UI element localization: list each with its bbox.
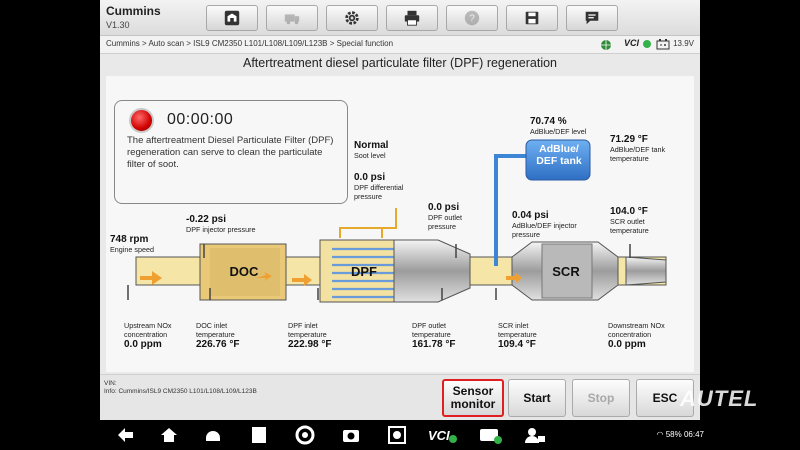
adblue-temp-label: AdBlue/DEF tank temperature (610, 145, 666, 163)
soot-level-label: Soot level (354, 151, 386, 160)
vci-icon[interactable]: VCI (428, 424, 458, 446)
doc-label: DOC (230, 264, 260, 279)
clock: 06:47 (683, 430, 704, 439)
settings-button[interactable] (326, 5, 378, 31)
android-nav-bar: VCI ◠ 58% 06:47 (0, 420, 800, 450)
printer-icon (404, 10, 420, 26)
print-button[interactable] (386, 5, 438, 31)
gear-icon (345, 11, 359, 25)
top-toolbar: Cummins V1.30 ? (100, 0, 700, 36)
android-status: ◠ 58% 06:47 (657, 430, 705, 439)
recent-apps-icon[interactable] (248, 424, 270, 446)
globe-icon (601, 40, 611, 50)
downstream-nox-value: 0.0 ppm (608, 339, 646, 350)
vin-label: VIN: (104, 380, 117, 387)
message-button[interactable] (566, 5, 618, 31)
start-button[interactable]: Start (508, 379, 566, 417)
adblue-level-label: AdBlue/DEF level (530, 127, 587, 136)
regen-description: The aftertreatment Diesel Particulate Fi… (127, 135, 334, 170)
sensor-monitor-button[interactable]: Sensor monitor (442, 379, 504, 417)
voltage-readout: 13.9V (673, 39, 694, 48)
dpf-inlet-temp-value: 222.98 °F (288, 339, 332, 350)
dpf-inlet-temp-label: DPF inlet temperature (288, 321, 327, 339)
app-window: Cummins V1.30 ? Cummins > Auto scan > IS… (100, 0, 700, 420)
dpf-outlet-pressure-value: 0.0 psi (428, 202, 460, 213)
brand-watermark: AUTEL (680, 386, 759, 411)
engine-speed-label: Engine speed (110, 245, 154, 254)
adblue-injector-pressure-label: AdBlue/DEF injector pressure (512, 221, 577, 239)
upstream-nox-value: 0.0 ppm (124, 339, 162, 350)
home-button[interactable] (206, 5, 258, 31)
save-button[interactable] (506, 5, 558, 31)
regen-timer-box: 00:00:00 The aftertreatment Diesel Parti… (114, 100, 348, 204)
tailpipe (625, 256, 667, 286)
stop-button[interactable]: Stop (572, 379, 630, 417)
diff-pressure-line (339, 208, 397, 238)
scr-label: SCR (552, 264, 580, 279)
home-icon[interactable] (158, 424, 180, 446)
battery-icon (656, 39, 670, 50)
tablet-screen: Cummins V1.30 ? Cummins > Auto scan > IS… (0, 0, 800, 450)
engine-speed-value: 748 rpm (110, 234, 149, 245)
home-icon (224, 10, 240, 26)
dpf-label: DPF (351, 264, 377, 279)
dpf-injector-pressure-label: DPF injector pressure (186, 225, 256, 234)
scr-outlet-temp-label: SCR outlet temperature (610, 217, 649, 235)
android-icon[interactable] (202, 424, 224, 446)
record-indicator-icon (129, 108, 154, 133)
vci-connected-icon (643, 40, 651, 48)
save-icon (525, 11, 539, 25)
dpf-diagram-panel: DOC DPF SCR 00:00:00 The aftertreatment … (106, 76, 694, 372)
elapsed-timer: 00:00:00 (167, 111, 234, 128)
app-version: V1.30 (106, 20, 130, 30)
scr-outlet-temp-value: 104.0 °F (610, 206, 648, 217)
app-title: Cummins (106, 4, 161, 18)
breadcrumb: Cummins > Auto scan > ISL9 CM2350 L101/L… (106, 39, 394, 48)
vehicle-button[interactable] (266, 5, 318, 31)
breadcrumb-bar: Cummins > Auto scan > ISL9 CM2350 L101/L… (100, 36, 700, 54)
downstream-nox-label: Downstream NOx concentration (608, 321, 665, 339)
vehicle-connect-icon[interactable] (478, 424, 504, 446)
wifi-icon: ◠ (656, 430, 664, 439)
dpf-injector-pressure-value: -0.22 psi (186, 214, 227, 225)
upstream-nox-label: Upstream NOx concentration (124, 321, 172, 339)
dpf-outlet-temp-value: 161.78 °F (412, 339, 456, 350)
vci-status: VCI (624, 38, 640, 48)
remote-expert-icon[interactable] (522, 424, 548, 446)
adblue-injector-pressure-value: 0.04 psi (512, 210, 549, 221)
adblue-tank-label: AdBlue/ DEF tank (536, 143, 582, 167)
help-icon: ? (464, 10, 480, 26)
svg-text:?: ? (469, 14, 475, 25)
camera-icon[interactable] (340, 424, 362, 446)
adblue-temp-value: 71.29 °F (610, 134, 648, 145)
brightness-icon[interactable] (386, 424, 408, 446)
dpf-diff-pressure-label: DPF differential pressure (354, 183, 404, 201)
dpf-outlet-pressure-label: DPF outlet pressure (428, 213, 462, 231)
vehicle-icon (284, 14, 300, 25)
back-icon[interactable] (114, 424, 136, 446)
scr-inlet-temp-value: 109.4 °F (498, 339, 536, 350)
dpf-outlet-temp-label: DPF outlet temperature (412, 321, 451, 339)
page-title: Aftertreatment diesel particulate filter… (242, 56, 558, 70)
doc-inlet-temp-value: 226.76 °F (196, 339, 240, 350)
dpf-diff-pressure-value: 0.0 psi (354, 172, 386, 183)
vehicle-info-text: Info: Cummins/ISL9 CM2350 L101/L108/L109… (104, 388, 257, 395)
dpf-outlet-cone (393, 239, 471, 303)
battery-percent: 58% (665, 430, 682, 439)
message-icon (585, 11, 599, 25)
svg-text:VCI: VCI (428, 428, 450, 443)
soot-level-value: Normal (354, 140, 389, 151)
doc-inlet-temp-label: DOC inlet temperature (196, 321, 235, 339)
scr-inlet-temp-label: SCR inlet temperature (498, 321, 537, 339)
vehicle-info: VIN: Info: Cummins/ISL9 CM2350 L101/L108… (104, 380, 257, 396)
adblue-level-value: 70.74 % (530, 116, 567, 127)
chrome-icon[interactable] (294, 424, 316, 446)
bottom-action-bar: VIN: Info: Cummins/ISL9 CM2350 L101/L108… (100, 374, 700, 420)
help-button[interactable]: ? (446, 5, 498, 31)
